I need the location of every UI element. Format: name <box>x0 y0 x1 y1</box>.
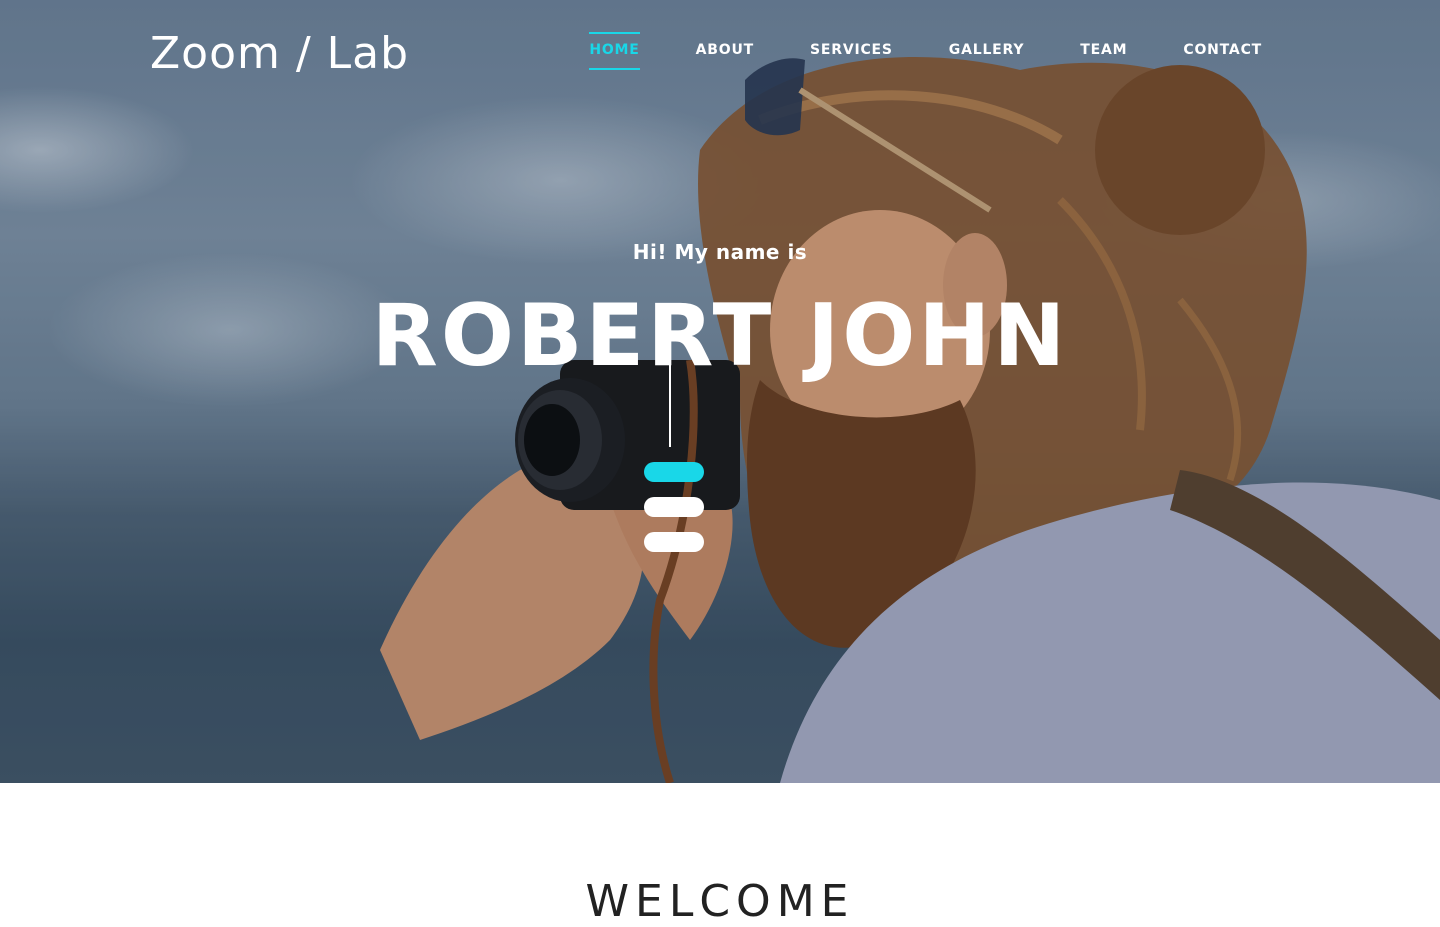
hero-divider-line <box>669 357 671 447</box>
site-logo[interactable]: Zoom / Lab <box>150 28 409 79</box>
main-nav: HOME ABOUT SERVICES GALLERY TEAM CONTACT <box>533 32 1262 70</box>
slider-dot-1[interactable] <box>644 462 704 482</box>
hero-intro-text: Hi! My name is <box>632 240 808 264</box>
hero-banner: Zoom / Lab HOME ABOUT SERVICES GALLERY T… <box>0 0 1440 783</box>
slider-dot-2[interactable] <box>644 497 704 517</box>
nav-services[interactable]: SERVICES <box>810 32 893 70</box>
hero-name-heading: ROBERT JOHN <box>371 286 1069 386</box>
nav-contact[interactable]: CONTACT <box>1183 32 1262 70</box>
slider-indicators <box>644 462 704 567</box>
nav-about[interactable]: ABOUT <box>696 32 754 70</box>
slider-dot-3[interactable] <box>644 532 704 552</box>
nav-gallery[interactable]: GALLERY <box>949 32 1024 70</box>
hero-overlay <box>0 0 1440 783</box>
nav-home[interactable]: HOME <box>589 32 641 70</box>
nav-team[interactable]: TEAM <box>1080 32 1127 70</box>
welcome-heading: WELCOME <box>585 876 855 927</box>
